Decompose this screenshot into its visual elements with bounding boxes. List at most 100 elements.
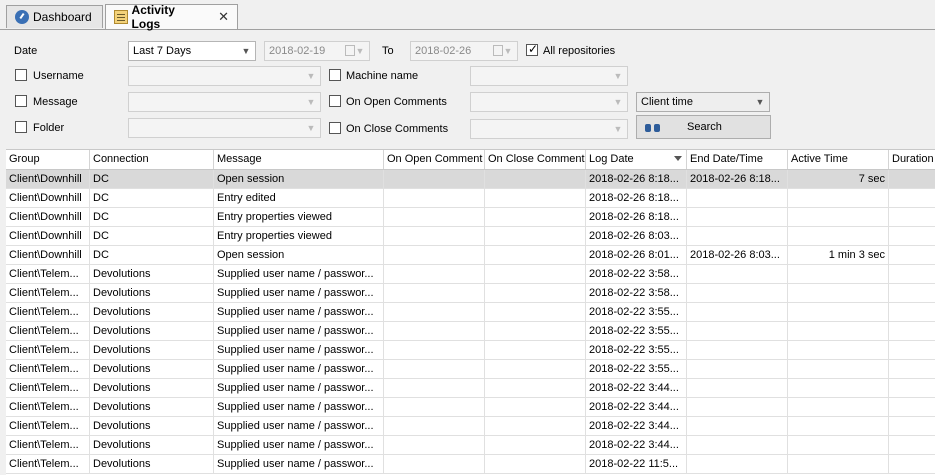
to-date-picker[interactable]: 2018-02-26 ▼ — [410, 41, 518, 61]
column-header-active-time[interactable]: Active Time — [788, 150, 889, 169]
cell-end-date-time — [687, 284, 788, 303]
cell-group: Client\Downhill — [6, 227, 90, 246]
cell-log-date: 2018-02-26 8:18... — [586, 208, 687, 227]
cell-connection: Devolutions — [90, 417, 214, 436]
cell-end-date-time — [687, 398, 788, 417]
cell-duration — [889, 379, 935, 398]
cell-on-open-comment — [384, 322, 485, 341]
cell-group: Client\Telem... — [6, 455, 90, 474]
cell-group: Client\Telem... — [6, 417, 90, 436]
chevron-down-icon: ▼ — [613, 124, 623, 134]
on-close-comments-checkbox[interactable] — [329, 122, 341, 134]
cell-connection: Devolutions — [90, 379, 214, 398]
cell-on-close-comment — [485, 170, 586, 189]
table-row[interactable]: Client\Telem... Devolutions Supplied user … — [6, 303, 935, 322]
message-checkbox[interactable] — [15, 95, 27, 107]
cell-active-time — [788, 398, 889, 417]
cell-message: Entry properties viewed — [214, 208, 384, 227]
table-row[interactable]: Client\Telem... Devolutions Supplied user … — [6, 398, 935, 417]
all-repositories-checkbox[interactable] — [526, 42, 538, 56]
folder-checkbox[interactable] — [15, 121, 27, 133]
cell-message: Entry properties viewed — [214, 227, 384, 246]
table-row[interactable]: Client\Telem... Devolutions Supplied user … — [6, 341, 935, 360]
cell-connection: Devolutions — [90, 360, 214, 379]
on-close-comments-select[interactable]: ▼ — [470, 119, 628, 139]
table-row[interactable]: Client\Telem... Devolutions Supplied user … — [6, 360, 935, 379]
cell-duration — [889, 227, 935, 246]
table-row[interactable]: Client\Telem... Devolutions Supplied user … — [6, 455, 935, 474]
folder-select[interactable]: ▼ — [128, 118, 321, 138]
cell-connection: DC — [90, 246, 214, 265]
search-button[interactable]: Search — [636, 115, 771, 139]
cell-log-date: 2018-02-26 8:18... — [586, 189, 687, 208]
column-header-connection[interactable]: Connection — [90, 150, 214, 169]
table-row[interactable]: Client\Downhill DC Entry edited 2018-02-26 … — [6, 189, 935, 208]
cell-connection: Devolutions — [90, 341, 214, 360]
cell-group: Client\Telem... — [6, 436, 90, 455]
cell-log-date: 2018-02-22 3:58... — [586, 284, 687, 303]
cell-message: Supplied user name / passwor... — [214, 455, 384, 474]
cell-message: Open session — [214, 170, 384, 189]
cell-log-date: 2018-02-26 8:01... — [586, 246, 687, 265]
cell-group: Client\Downhill — [6, 170, 90, 189]
cell-on-open-comment — [384, 189, 485, 208]
to-label: To — [382, 45, 394, 57]
cell-group: Client\Downhill — [6, 208, 90, 227]
cell-active-time — [788, 189, 889, 208]
cell-active-time — [788, 303, 889, 322]
all-repositories-label: All repositories — [543, 45, 616, 57]
table-row[interactable]: Client\Telem... Devolutions Supplied user … — [6, 436, 935, 455]
on-open-comments-select[interactable]: ▼ — [470, 92, 628, 112]
date-range-select[interactable]: Last 7 Days ▼ — [128, 41, 256, 61]
table-row[interactable]: Client\Telem... Devolutions Supplied user … — [6, 284, 935, 303]
column-header-log-date[interactable]: Log Date — [586, 150, 687, 169]
table-row[interactable]: Client\Telem... Devolutions Supplied user … — [6, 265, 935, 284]
table-row[interactable]: Client\Telem... Devolutions Supplied user … — [6, 322, 935, 341]
message-label: Message — [33, 96, 78, 108]
tab-activity-logs[interactable]: Activity Logs ✕ — [105, 3, 238, 31]
cell-active-time — [788, 341, 889, 360]
username-checkbox[interactable] — [15, 69, 27, 81]
tab-dashboard[interactable]: Dashboard — [6, 5, 103, 28]
cell-on-close-comment — [485, 360, 586, 379]
column-header-on-open-comment[interactable]: On Open Comment — [384, 150, 485, 169]
cell-message: Supplied user name / passwor... — [214, 379, 384, 398]
cell-duration — [889, 341, 935, 360]
chevron-down-icon: ▼ — [306, 97, 316, 107]
cell-duration — [889, 322, 935, 341]
table-row[interactable]: Client\Downhill DC Open session 2018-02-26 … — [6, 170, 935, 189]
column-header-end-date-time[interactable]: End Date/Time — [687, 150, 788, 169]
column-header-message[interactable]: Message — [214, 150, 384, 169]
table-row[interactable]: Client\Downhill DC Entry properties viewed… — [6, 208, 935, 227]
cell-end-date-time — [687, 227, 788, 246]
cell-active-time — [788, 360, 889, 379]
message-select[interactable]: ▼ — [128, 92, 321, 112]
column-header-duration[interactable]: Duration — [889, 150, 935, 169]
username-select[interactable]: ▼ — [128, 66, 321, 86]
table-row[interactable]: Client\Telem... Devolutions Supplied user … — [6, 379, 935, 398]
chevron-down-icon: ▼ — [241, 46, 251, 56]
table-row[interactable]: Client\Downhill DC Open session 2018-02-26 … — [6, 246, 935, 265]
cell-group: Client\Telem... — [6, 341, 90, 360]
from-date-picker[interactable]: 2018-02-19 ▼ — [264, 41, 370, 61]
calendar-icon — [345, 45, 355, 56]
table-row[interactable]: Client\Downhill DC Entry properties viewed… — [6, 227, 935, 246]
cell-connection: Devolutions — [90, 284, 214, 303]
machine-name-checkbox[interactable] — [329, 69, 341, 81]
on-open-comments-checkbox[interactable] — [329, 95, 341, 107]
column-header-group[interactable]: Group — [6, 150, 90, 169]
time-mode-select[interactable]: Client time ▼ — [636, 92, 770, 112]
dashboard-icon — [15, 10, 29, 24]
cell-message: Supplied user name / passwor... — [214, 265, 384, 284]
cell-on-close-comment — [485, 341, 586, 360]
cell-active-time — [788, 227, 889, 246]
cell-connection: DC — [90, 189, 214, 208]
cell-on-open-comment — [384, 265, 485, 284]
machine-name-select[interactable]: ▼ — [470, 66, 628, 86]
cell-duration — [889, 436, 935, 455]
column-header-on-close-comment[interactable]: On Close Comment — [485, 150, 586, 169]
cell-message: Supplied user name / passwor... — [214, 341, 384, 360]
cell-on-close-comment — [485, 379, 586, 398]
table-row[interactable]: Client\Telem... Devolutions Supplied user … — [6, 417, 935, 436]
close-icon[interactable]: ✕ — [218, 9, 229, 25]
